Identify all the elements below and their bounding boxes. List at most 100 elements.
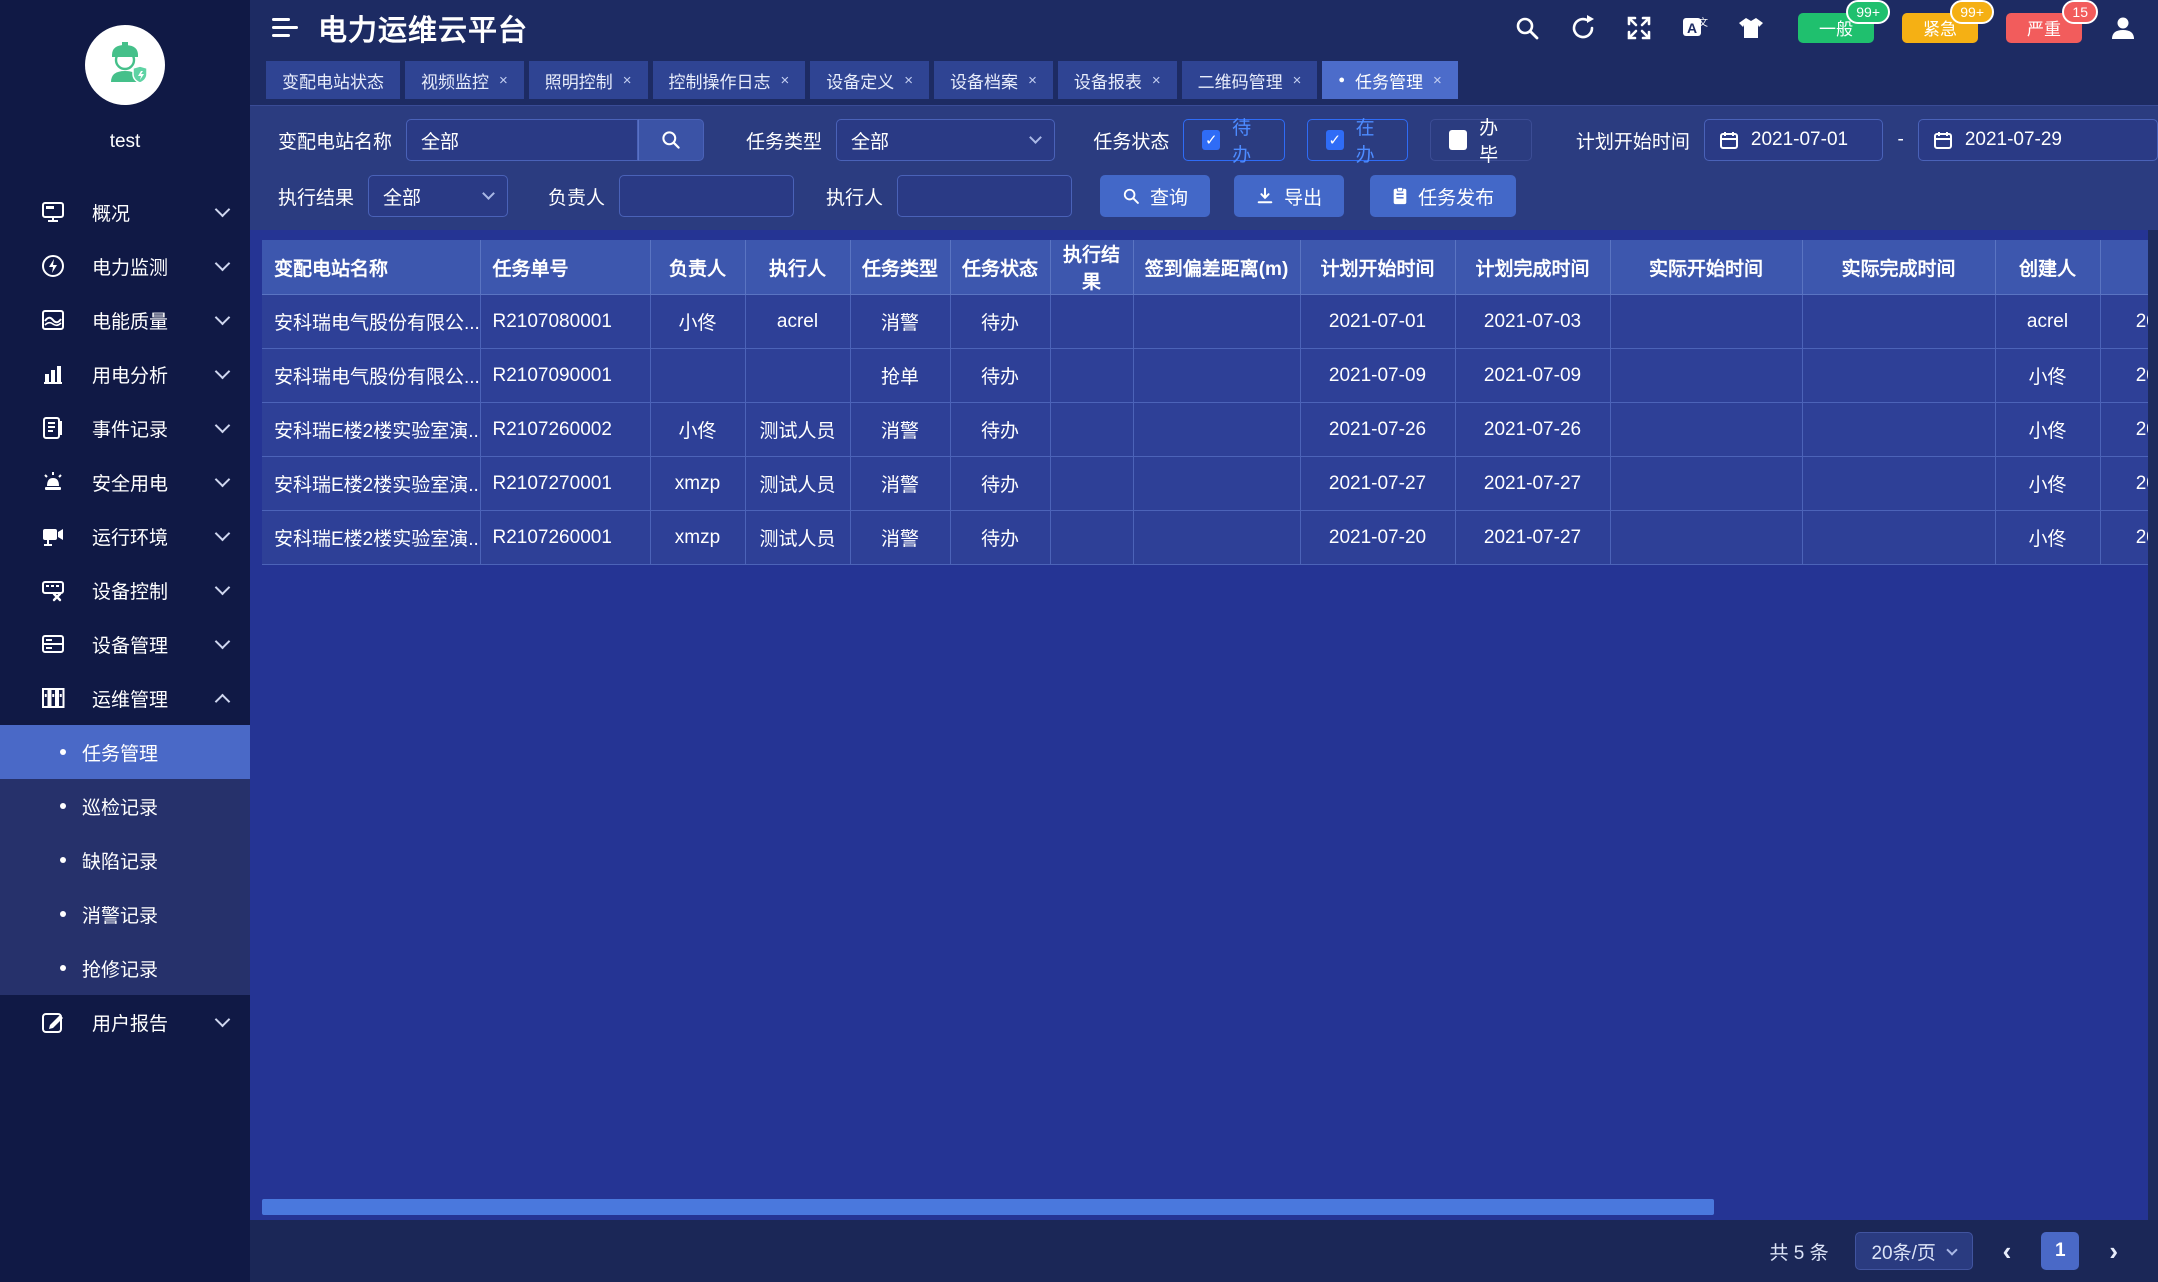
prev-page-button[interactable]: ‹ xyxy=(1999,1238,2016,1264)
table-row[interactable]: 安科瑞E楼2楼实验室演... R2107260001 xmzp 测试人员 消警 待办 202… xyxy=(262,510,2158,565)
sidebar-item-概况[interactable]: 概况 xyxy=(0,185,250,239)
sidebar-item-用户报告[interactable]: 用户报告 xyxy=(0,995,250,1049)
vertical-scrollbar-track[interactable] xyxy=(2148,230,2158,1220)
submenu-item-抢修记录[interactable]: 抢修记录 xyxy=(0,941,250,995)
translate-icon[interactable]: A文 xyxy=(1680,13,1710,43)
submenu-item-任务管理[interactable]: 任务管理 xyxy=(0,725,250,779)
sidebar-item-事件记录[interactable]: 事件记录 xyxy=(0,401,250,455)
table-cell: 安科瑞E楼2楼实验室演... xyxy=(262,510,481,565)
manager-input[interactable] xyxy=(619,175,795,217)
date-from-picker[interactable]: 2021-07-01 xyxy=(1703,119,1884,161)
clipboard-icon xyxy=(1393,187,1407,205)
sidebar-item-安全用电[interactable]: 安全用电 xyxy=(0,455,250,509)
theme-icon[interactable] xyxy=(1736,13,1766,43)
executor-input[interactable] xyxy=(897,175,1073,217)
sidebar-item-label: 用户报告 xyxy=(92,1013,169,1035)
tab-label: 设备档案 xyxy=(950,72,1019,92)
sidebar-item-用电分析[interactable]: 用电分析 xyxy=(0,347,250,401)
column-header: 任务单号 xyxy=(479,240,651,295)
tab-视频监控[interactable]: 视频监控 × xyxy=(405,61,524,99)
export-button[interactable]: 导出 xyxy=(1234,175,1345,217)
sidebar-item-运行环境[interactable]: 运行环境 xyxy=(0,509,250,563)
sidebar-item-运维管理[interactable]: 运维管理 xyxy=(0,671,250,725)
station-search-button[interactable] xyxy=(638,119,705,161)
station-name-input[interactable] xyxy=(406,119,639,161)
tab-label: 控制操作日志 xyxy=(668,72,771,92)
submenu-item-label: 巡检记录 xyxy=(82,797,159,819)
fullscreen-icon[interactable] xyxy=(1624,13,1654,43)
tab-变配电站状态[interactable]: 变配电站状态 xyxy=(266,61,400,99)
table-cell: 2021-07-26 xyxy=(1299,402,1456,457)
checkbox-unchecked-icon xyxy=(1449,130,1468,150)
close-icon[interactable]: × xyxy=(1152,72,1161,89)
alarm-button-紧急[interactable]: 紧急 99+ xyxy=(1902,0,1994,43)
close-icon[interactable]: × xyxy=(623,72,632,89)
sidebar-item-电能质量[interactable]: 电能质量 xyxy=(0,293,250,347)
status-checkbox-label: 在办 xyxy=(1355,118,1375,166)
submenu-item-巡检记录[interactable]: 巡检记录 xyxy=(0,779,250,833)
horizontal-scrollbar[interactable] xyxy=(262,1198,2148,1216)
tab-照明控制[interactable]: 照明控制 × xyxy=(528,61,648,99)
sidebar-item-设备管理[interactable]: 设备管理 xyxy=(0,617,250,671)
refresh-icon[interactable] xyxy=(1568,13,1598,43)
column-header: 计划完成时间 xyxy=(1454,240,1611,295)
table-cell xyxy=(1801,294,1996,349)
table-cell: 2021-07-09 xyxy=(1454,348,1611,403)
alarm-button-一般[interactable]: 一般 99+ xyxy=(1798,0,1890,43)
user-icon[interactable] xyxy=(2108,13,2138,43)
sidebar-item-label: 运维管理 xyxy=(92,689,169,711)
status-checkbox-在办[interactable]: ✓ 在办 xyxy=(1306,118,1409,166)
task-type-select[interactable]: 全部 xyxy=(836,119,1056,161)
status-checkbox-待办[interactable]: ✓ 待办 xyxy=(1183,118,1285,166)
horizontal-scrollbar-thumb[interactable] xyxy=(262,1199,1715,1215)
table-row[interactable]: 安科瑞E楼2楼实验室演... R2107260002 小佟 测试人员 消警 待办 2021-… xyxy=(262,402,2158,457)
chevron-down-icon xyxy=(1029,131,1043,144)
exec-result-select[interactable]: 全部 xyxy=(368,175,509,217)
collapse-menu-icon[interactable] xyxy=(272,18,298,37)
table-cell: 小佟 xyxy=(1994,402,2101,457)
page-size-select[interactable]: 20条/页 xyxy=(1854,1232,1973,1270)
close-icon[interactable]: × xyxy=(781,72,790,89)
table-cell: 消警 xyxy=(849,294,951,349)
status-checkbox-办毕[interactable]: 办毕 xyxy=(1430,118,1532,166)
close-icon[interactable]: × xyxy=(1293,72,1302,89)
close-icon[interactable]: × xyxy=(904,72,913,89)
tab-设备报表[interactable]: 设备报表 × xyxy=(1057,61,1177,99)
filter-row-1: 变配电站名称 任务类型 全部 任务状态 ✓ 待办 ✓ 在办 办毕 计划开始时间 xyxy=(278,118,2158,166)
submenu-item-消警记录[interactable]: 消警记录 xyxy=(0,887,250,941)
next-page-button[interactable]: › xyxy=(2105,1238,2122,1264)
chevron-up-icon xyxy=(214,693,231,709)
tab-设备档案[interactable]: 设备档案 × xyxy=(934,61,1053,99)
current-page-button[interactable]: 1 xyxy=(2041,1232,2080,1270)
tab-二维码管理[interactable]: 二维码管理 × xyxy=(1181,61,1318,99)
tab-任务管理[interactable]: ● 任务管理 × xyxy=(1322,61,1458,99)
table-row[interactable]: 安科瑞E楼2楼实验室演... R2107270001 xmzp 测试人员 消警 待办 202… xyxy=(262,456,2158,511)
close-icon[interactable]: × xyxy=(1028,72,1037,89)
exec-result-label: 执行结果 xyxy=(278,187,355,209)
date-from-value: 2021-07-01 xyxy=(1750,129,1849,150)
table-cell: 抢单 xyxy=(849,348,951,403)
table-cell xyxy=(1049,402,1134,457)
close-icon[interactable]: × xyxy=(1433,72,1442,89)
publish-task-button[interactable]: 任务发布 xyxy=(1370,175,1517,217)
table-row[interactable]: 安科瑞电气股份有限公... R2107080001 小佟 acrel 消警 待办 2021-… xyxy=(262,294,2158,349)
submenu-item-缺陷记录[interactable]: 缺陷记录 xyxy=(0,833,250,887)
alarm-button-严重[interactable]: 严重 15 xyxy=(2006,0,2098,43)
sidebar-item-设备控制[interactable]: 设备控制 xyxy=(0,563,250,617)
column-header: 执行结果 xyxy=(1049,240,1134,295)
sidebar-item-电力监测[interactable]: 电力监测 xyxy=(0,239,250,293)
tab-控制操作日志[interactable]: 控制操作日志 × xyxy=(652,61,806,99)
chevron-down-icon xyxy=(214,201,231,218)
search-icon[interactable] xyxy=(1512,13,1542,43)
tab-设备定义[interactable]: 设备定义 × xyxy=(810,61,930,99)
table-cell xyxy=(1609,456,1803,511)
date-to-picker[interactable]: 2021-07-29 xyxy=(1917,119,2158,161)
avatar[interactable] xyxy=(85,25,165,105)
table-cell: 2021-07-20 xyxy=(1299,510,1456,565)
query-button[interactable]: 查询 xyxy=(1100,175,1211,217)
tab-label: 设备报表 xyxy=(1073,72,1142,92)
status-checkbox-label: 办毕 xyxy=(1479,118,1499,166)
table-row[interactable]: 安科瑞电气股份有限公... R2107090001 抢单 待办 2021-07-09 20… xyxy=(262,348,2158,403)
close-icon[interactable]: × xyxy=(499,72,508,89)
app-root: test 概况 电力监测 电能质量 用电分析 事件记录 安全用电 运行环境 设备控制 设备管理运… xyxy=(0,0,2158,1282)
